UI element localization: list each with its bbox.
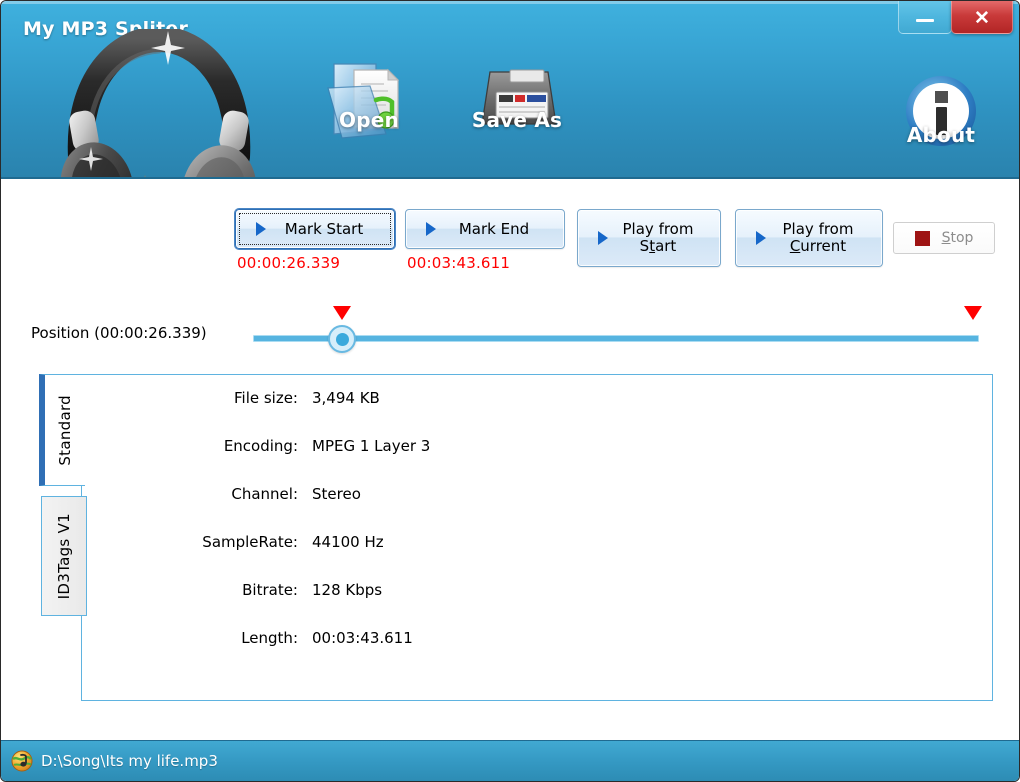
page-title: My MP3 Spliter bbox=[23, 18, 188, 40]
application-window: My MP3 Spliter ✕ bbox=[0, 0, 1020, 782]
file-info-list: File size: 3,494 KB Encoding: MPEG 1 Lay… bbox=[82, 389, 992, 677]
mark-start-timecode: 00:00:26.339 bbox=[235, 254, 397, 272]
info-value: 44100 Hz bbox=[312, 533, 384, 551]
table-row: Bitrate: 128 Kbps bbox=[82, 581, 992, 629]
play-triangle-icon bbox=[426, 222, 436, 236]
status-bar: D:\Song\Its my life.mp3 bbox=[1, 740, 1020, 781]
play-from-current-button[interactable]: Play from Current bbox=[735, 209, 883, 267]
status-file-path: D:\Song\Its my life.mp3 bbox=[41, 752, 218, 770]
minimize-icon bbox=[916, 19, 934, 22]
info-value: Stereo bbox=[312, 485, 361, 503]
stop-square-icon bbox=[915, 231, 930, 246]
play-triangle-icon bbox=[256, 222, 266, 236]
close-icon: ✕ bbox=[974, 9, 990, 28]
about-toolbar-button[interactable]: About bbox=[871, 71, 1011, 175]
info-panel: File size: 3,494 KB Encoding: MPEG 1 Lay… bbox=[81, 374, 993, 701]
mark-end-timecode: 00:03:43.611 bbox=[405, 254, 567, 272]
play-from-current-line2: Current bbox=[790, 237, 846, 255]
main-content: Mark Start Mark End Play from Start Play… bbox=[1, 179, 1020, 742]
table-row: Channel: Stereo bbox=[82, 485, 992, 533]
position-slider-thumb[interactable] bbox=[328, 325, 356, 353]
mark-start-button[interactable]: Mark Start bbox=[235, 209, 395, 249]
play-from-start-line2: Start bbox=[640, 237, 677, 255]
info-value: MPEG 1 Layer 3 bbox=[312, 437, 430, 455]
table-row: Encoding: MPEG 1 Layer 3 bbox=[82, 437, 992, 485]
position-slider-track[interactable] bbox=[253, 335, 979, 342]
about-label: About bbox=[871, 123, 1011, 147]
title-bar-header: My MP3 Spliter ✕ bbox=[1, 1, 1020, 179]
open-label: Open bbox=[289, 108, 449, 132]
play-triangle-icon bbox=[756, 231, 766, 245]
play-from-start-button[interactable]: Play from Start bbox=[577, 209, 721, 267]
mark-start-label: Mark Start bbox=[266, 221, 388, 238]
stop-button[interactable]: Stop bbox=[893, 222, 995, 254]
mark-end-button[interactable]: Mark End bbox=[405, 209, 565, 249]
info-key: SampleRate: bbox=[82, 533, 312, 551]
stop-label: Stop bbox=[942, 230, 974, 246]
window-controls: ✕ bbox=[898, 1, 1013, 34]
info-value: 3,494 KB bbox=[312, 389, 380, 407]
tab-id3tags-v1-label: ID3Tags V1 bbox=[55, 513, 73, 599]
end-marker-icon[interactable] bbox=[964, 306, 982, 320]
mark-end-label: Mark End bbox=[436, 221, 558, 238]
minimize-button[interactable] bbox=[898, 1, 952, 34]
header-sheen bbox=[1, 1, 1020, 4]
info-key: Encoding: bbox=[82, 437, 312, 455]
close-button[interactable]: ✕ bbox=[951, 1, 1013, 34]
table-row: Length: 00:03:43.611 bbox=[82, 629, 992, 677]
save-as-label: Save As bbox=[437, 108, 597, 132]
tab-standard-label: Standard bbox=[56, 395, 74, 466]
headphones-logo-icon bbox=[59, 29, 259, 179]
info-key: File size: bbox=[82, 389, 312, 407]
position-label: Position (00:00:26.339) bbox=[31, 324, 207, 342]
tab-standard[interactable]: Standard bbox=[39, 374, 85, 486]
play-from-current-label: Play from Current bbox=[766, 221, 876, 255]
position-slider-area: Position (00:00:26.339) bbox=[1, 289, 1020, 349]
open-toolbar-button[interactable]: Open bbox=[289, 56, 449, 160]
play-from-start-line1: Play from bbox=[623, 220, 694, 238]
music-globe-icon bbox=[11, 750, 33, 772]
table-row: File size: 3,494 KB bbox=[82, 389, 992, 437]
info-key: Channel: bbox=[82, 485, 312, 503]
info-key: Bitrate: bbox=[82, 581, 312, 599]
tab-id3tags-v1[interactable]: ID3Tags V1 bbox=[41, 496, 87, 616]
info-value: 128 Kbps bbox=[312, 581, 382, 599]
info-key: Length: bbox=[82, 629, 312, 647]
play-from-current-line1: Play from bbox=[783, 220, 854, 238]
save-as-toolbar-button[interactable]: Save As bbox=[437, 56, 597, 160]
play-from-start-label: Play from Start bbox=[608, 221, 714, 255]
start-marker-icon[interactable] bbox=[333, 306, 351, 320]
play-triangle-icon bbox=[598, 231, 608, 245]
info-value: 00:03:43.611 bbox=[312, 629, 413, 647]
transport-button-row: Mark Start Mark End Play from Start Play… bbox=[1, 209, 1020, 279]
table-row: SampleRate: 44100 Hz bbox=[82, 533, 992, 581]
